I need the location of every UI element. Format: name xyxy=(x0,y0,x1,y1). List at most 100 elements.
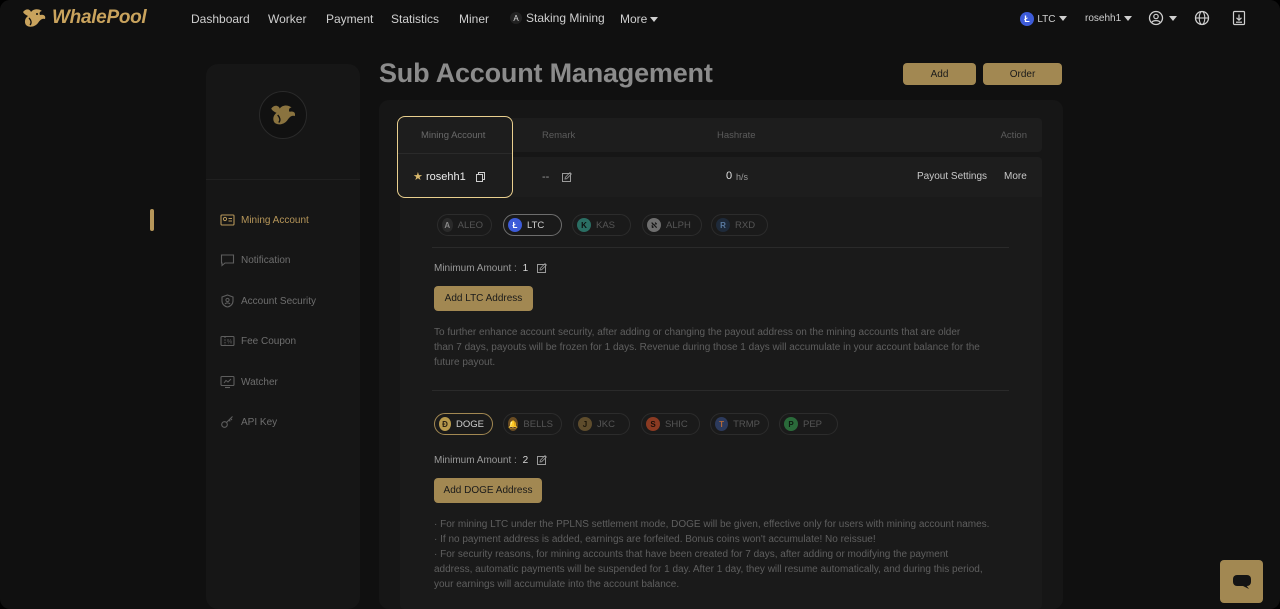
coin-tab-label: TRMP xyxy=(733,418,760,430)
note-line: than 7 days, payouts will be frozen for … xyxy=(434,342,980,353)
account-name[interactable]: rosehh1 xyxy=(426,171,466,183)
ltc-coin-icon: Ł xyxy=(1020,11,1034,26)
coin-tab-rxd[interactable]: R RXD xyxy=(711,214,768,236)
hashrate-value: 0 xyxy=(726,170,733,182)
edit-icon[interactable] xyxy=(536,455,547,466)
nav-dashboard[interactable]: Dashboard xyxy=(191,12,250,26)
sidebar: Mining Account Notification Account Secu… xyxy=(206,64,360,609)
sidebar-item-label: Fee Coupon xyxy=(241,335,297,347)
edit-icon[interactable] xyxy=(562,172,572,182)
add-doge-address-button[interactable]: Add DOGE Address xyxy=(434,478,542,503)
coin-tab-pep[interactable]: P PEP xyxy=(779,413,838,435)
alph-coin-icon: ℵ xyxy=(647,218,661,232)
sidebar-item-notification[interactable]: Notification xyxy=(220,251,290,269)
chevron-down-icon[interactable] xyxy=(1169,16,1177,21)
coin-tab-ltc[interactable]: Ł LTC xyxy=(503,214,562,236)
minimum-amount-label: Minimum Amount : xyxy=(434,455,517,466)
row-more-link[interactable]: More xyxy=(1004,171,1027,182)
nav-worker[interactable]: Worker xyxy=(268,12,306,26)
brand-name: WhalePool xyxy=(52,7,147,28)
nav-staking-mining[interactable]: A Staking Mining xyxy=(510,11,605,25)
payout-settings-link[interactable]: Payout Settings xyxy=(917,171,987,182)
doge-coin-icon: Ð xyxy=(439,417,452,431)
coin-tab-doge[interactable]: Ð DOGE xyxy=(434,413,493,435)
whale-avatar-icon xyxy=(271,105,296,125)
user-menu[interactable]: rosehh1 xyxy=(1085,13,1133,24)
note-line: address, automatic payments will be susp… xyxy=(434,564,983,575)
sidebar-item-mining-account[interactable]: Mining Account xyxy=(220,211,309,229)
download-icon[interactable] xyxy=(1231,10,1247,26)
note-line: · For mining LTC under the PPLNS settlem… xyxy=(434,519,990,530)
nav-staking-label: Staking Mining xyxy=(526,11,605,25)
nav-statistics[interactable]: Statistics xyxy=(391,12,439,26)
minimum-amount-row: Minimum Amount : 1 xyxy=(434,263,547,274)
kas-coin-icon: K xyxy=(577,218,591,232)
top-nav: WhalePool Dashboard Worker Payment Stati… xyxy=(0,0,1280,36)
copy-icon[interactable] xyxy=(476,172,485,182)
sidebar-item-label: Watcher xyxy=(241,376,278,388)
column-header-action: Action xyxy=(1000,130,1027,141)
coin-selector[interactable]: Ł LTC xyxy=(1020,11,1067,26)
nav-more-label: More xyxy=(620,12,648,26)
chevron-down-icon xyxy=(1124,15,1133,21)
nav-payment[interactable]: Payment xyxy=(326,12,373,26)
coin-tab-alph[interactable]: ℵ ALPH xyxy=(642,214,702,236)
user-circle-icon[interactable] xyxy=(1148,10,1164,26)
column-header-mining-account: Mining Account xyxy=(421,130,486,141)
section-divider xyxy=(432,390,1009,391)
add-button[interactable]: Add xyxy=(903,63,976,85)
coin-tab-trmp[interactable]: T TRMP xyxy=(710,413,769,435)
coin-tab-label: BELLS xyxy=(523,418,553,430)
shic-coin-icon: S xyxy=(646,417,660,431)
edit-icon[interactable] xyxy=(536,263,547,274)
globe-icon[interactable] xyxy=(1194,10,1210,26)
sidebar-item-label: Mining Account xyxy=(241,214,309,226)
app-frame: WhalePool Dashboard Worker Payment Stati… xyxy=(0,0,1280,609)
coin-tab-bells[interactable]: 🔔 BELLS xyxy=(503,413,562,435)
coin-tab-label: JKC xyxy=(597,418,615,430)
note-line: · For security reasons, for mining accou… xyxy=(434,549,949,560)
ltc-security-note: To further enhance account security, aft… xyxy=(434,325,1004,370)
chat-support-button[interactable] xyxy=(1220,560,1263,603)
bells-coin-icon: 🔔 xyxy=(508,417,519,431)
pep-coin-icon: P xyxy=(784,417,798,431)
chevron-down-icon xyxy=(1058,16,1067,22)
sidebar-item-account-security[interactable]: Account Security xyxy=(220,292,316,310)
sidebar-item-fee-coupon[interactable]: % Fee Coupon xyxy=(220,332,296,350)
coin-tab-shic[interactable]: S SHIC xyxy=(641,413,700,435)
coin-tab-label: PEP xyxy=(803,418,823,430)
coin-tab-kas[interactable]: K KAS xyxy=(572,214,631,236)
coin-tab-aleo[interactable]: A ALEO xyxy=(437,214,492,236)
note-line: future payout. xyxy=(434,357,496,368)
nav-more[interactable]: More xyxy=(620,12,659,26)
mining-account-highlight: Mining Account ★ rosehh1 xyxy=(397,116,513,198)
order-button[interactable]: Order xyxy=(983,63,1062,85)
sidebar-item-watcher[interactable]: Watcher xyxy=(220,373,278,391)
brand-logo[interactable]: WhalePool xyxy=(20,6,147,30)
coin-selector-label: LTC xyxy=(1037,14,1056,25)
hashrate-unit: h/s xyxy=(736,172,749,182)
star-icon[interactable]: ★ xyxy=(413,170,423,183)
nav-miner[interactable]: Miner xyxy=(459,12,489,26)
message-icon xyxy=(220,254,235,267)
minimum-amount-label: Minimum Amount : xyxy=(434,263,517,274)
username: rosehh1 xyxy=(1085,13,1122,24)
remark-value: -- xyxy=(542,171,550,183)
coin-tab-label: LTC xyxy=(527,219,545,231)
avatar xyxy=(259,91,307,139)
page-title: Sub Account Management xyxy=(379,58,713,88)
coin-tab-label: ALEO xyxy=(457,219,483,231)
sidebar-item-api-key[interactable]: API Key xyxy=(220,413,277,431)
chevron-down-icon xyxy=(650,17,659,23)
key-icon xyxy=(221,416,233,428)
rxd-coin-icon: R xyxy=(716,218,730,232)
sidebar-item-label: API Key xyxy=(241,416,278,428)
coin-tab-label: RXD xyxy=(735,219,756,231)
column-header-hashrate: Hashrate xyxy=(717,130,756,141)
coin-tab-label: DOGE xyxy=(456,418,484,430)
shield-user-icon xyxy=(221,294,234,308)
note-line: To further enhance account security, aft… xyxy=(434,327,961,338)
coin-tab-jkc[interactable]: J JKC xyxy=(573,413,630,435)
coin-tab-label: SHIC xyxy=(665,418,688,430)
add-ltc-address-button[interactable]: Add LTC Address xyxy=(434,286,533,311)
